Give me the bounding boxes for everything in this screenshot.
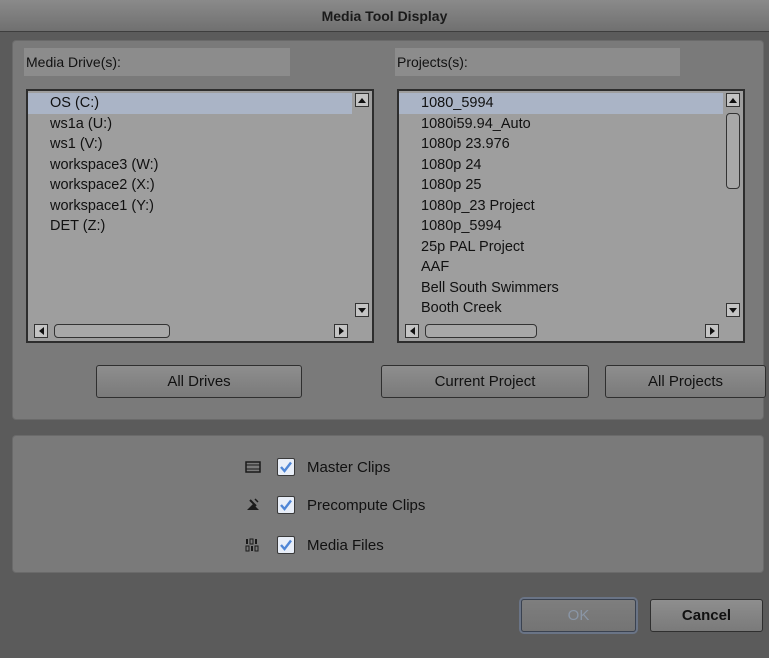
checkmark-icon: [280, 461, 292, 473]
media-tool-display-dialog: Media Tool Display Media Drive(s): Proje…: [0, 0, 769, 658]
checkmark-icon: [280, 539, 292, 551]
drives-h-scroll-thumb[interactable]: [54, 324, 170, 338]
project-list-item[interactable]: Bell South Swimmers: [399, 278, 723, 299]
project-list-item[interactable]: 1080p 25: [399, 175, 723, 196]
precompute-clips-checkbox[interactable]: [277, 496, 295, 514]
scroll-up-icon[interactable]: [726, 93, 740, 107]
ok-button[interactable]: OK: [521, 599, 636, 632]
project-list-item[interactable]: 1080p_23 Project: [399, 196, 723, 217]
cancel-button[interactable]: Cancel: [650, 599, 763, 632]
project-list-item[interactable]: 1080p_5994: [399, 216, 723, 237]
all-projects-button[interactable]: All Projects: [605, 365, 766, 398]
project-list-item[interactable]: 1080i59.94_Auto: [399, 114, 723, 135]
option-media-files[interactable]: Media Files: [243, 533, 384, 557]
drive-list-item[interactable]: workspace2 (X:): [28, 175, 352, 196]
project-list-item[interactable]: 1080p 24: [399, 155, 723, 176]
drive-list-item[interactable]: ws1 (V:): [28, 134, 352, 155]
projects-label: Projects(s):: [395, 48, 680, 76]
option-precompute-clips[interactable]: Precompute Clips: [243, 493, 425, 517]
projects-list[interactable]: 1080_5994 1080i59.94_Auto 1080p 23.976 1080…: [397, 89, 745, 343]
projects-vertical-scrollbar[interactable]: [725, 91, 741, 319]
scroll-up-icon[interactable]: [355, 93, 369, 107]
scroll-down-icon[interactable]: [355, 303, 369, 317]
media-file-icon: [243, 536, 263, 554]
master-clips-checkbox[interactable]: [277, 458, 295, 476]
project-list-item[interactable]: 1080p 23.976: [399, 134, 723, 155]
projects-v-scroll-thumb[interactable]: [726, 113, 740, 189]
project-list-item[interactable]: 1080_5994: [399, 93, 723, 114]
scroll-left-icon[interactable]: [405, 324, 419, 338]
projects-h-scroll-thumb[interactable]: [425, 324, 537, 338]
drive-list-item[interactable]: workspace1 (Y:): [28, 196, 352, 217]
media-drives-label: Media Drive(s):: [24, 48, 290, 76]
option-master-clips[interactable]: Master Clips: [243, 455, 390, 479]
media-files-label: Media Files: [307, 536, 384, 554]
drive-list-item[interactable]: OS (C:): [28, 93, 352, 114]
drive-list-item[interactable]: ws1a (U:): [28, 114, 352, 135]
project-list-item[interactable]: AAF: [399, 257, 723, 278]
all-drives-button[interactable]: All Drives: [96, 365, 302, 398]
drive-list-item[interactable]: workspace3 (W:): [28, 155, 352, 176]
checkmark-icon: [280, 499, 292, 511]
window-title[interactable]: Media Tool Display: [0, 0, 769, 32]
project-list-item[interactable]: Booth Creek: [399, 298, 723, 319]
precompute-clips-label: Precompute Clips: [307, 496, 426, 514]
scroll-right-icon[interactable]: [334, 324, 348, 338]
drives-vertical-scrollbar[interactable]: [354, 91, 370, 319]
drives-list[interactable]: OS (C:) ws1a (U:) ws1 (V:) workspace3 (W:) w…: [26, 89, 374, 343]
projects-horizontal-scrollbar[interactable]: [401, 323, 723, 339]
media-files-checkbox[interactable]: [277, 536, 295, 554]
projects-list-rows: 1080_5994 1080i59.94_Auto 1080p 23.976 1080…: [399, 93, 723, 319]
scroll-right-icon[interactable]: [705, 324, 719, 338]
drives-horizontal-scrollbar[interactable]: [30, 323, 352, 339]
project-list-item[interactable]: 25p PAL Project: [399, 237, 723, 258]
scroll-left-icon[interactable]: [34, 324, 48, 338]
scroll-down-icon[interactable]: [726, 303, 740, 317]
master-clips-label: Master Clips: [307, 458, 391, 476]
master-clip-icon: [243, 458, 263, 476]
drives-list-rows: OS (C:) ws1a (U:) ws1 (V:) workspace3 (W:) w…: [28, 93, 352, 237]
current-project-button[interactable]: Current Project: [381, 365, 589, 398]
precompute-clip-icon: [243, 496, 263, 514]
drive-list-item[interactable]: DET (Z:): [28, 216, 352, 237]
